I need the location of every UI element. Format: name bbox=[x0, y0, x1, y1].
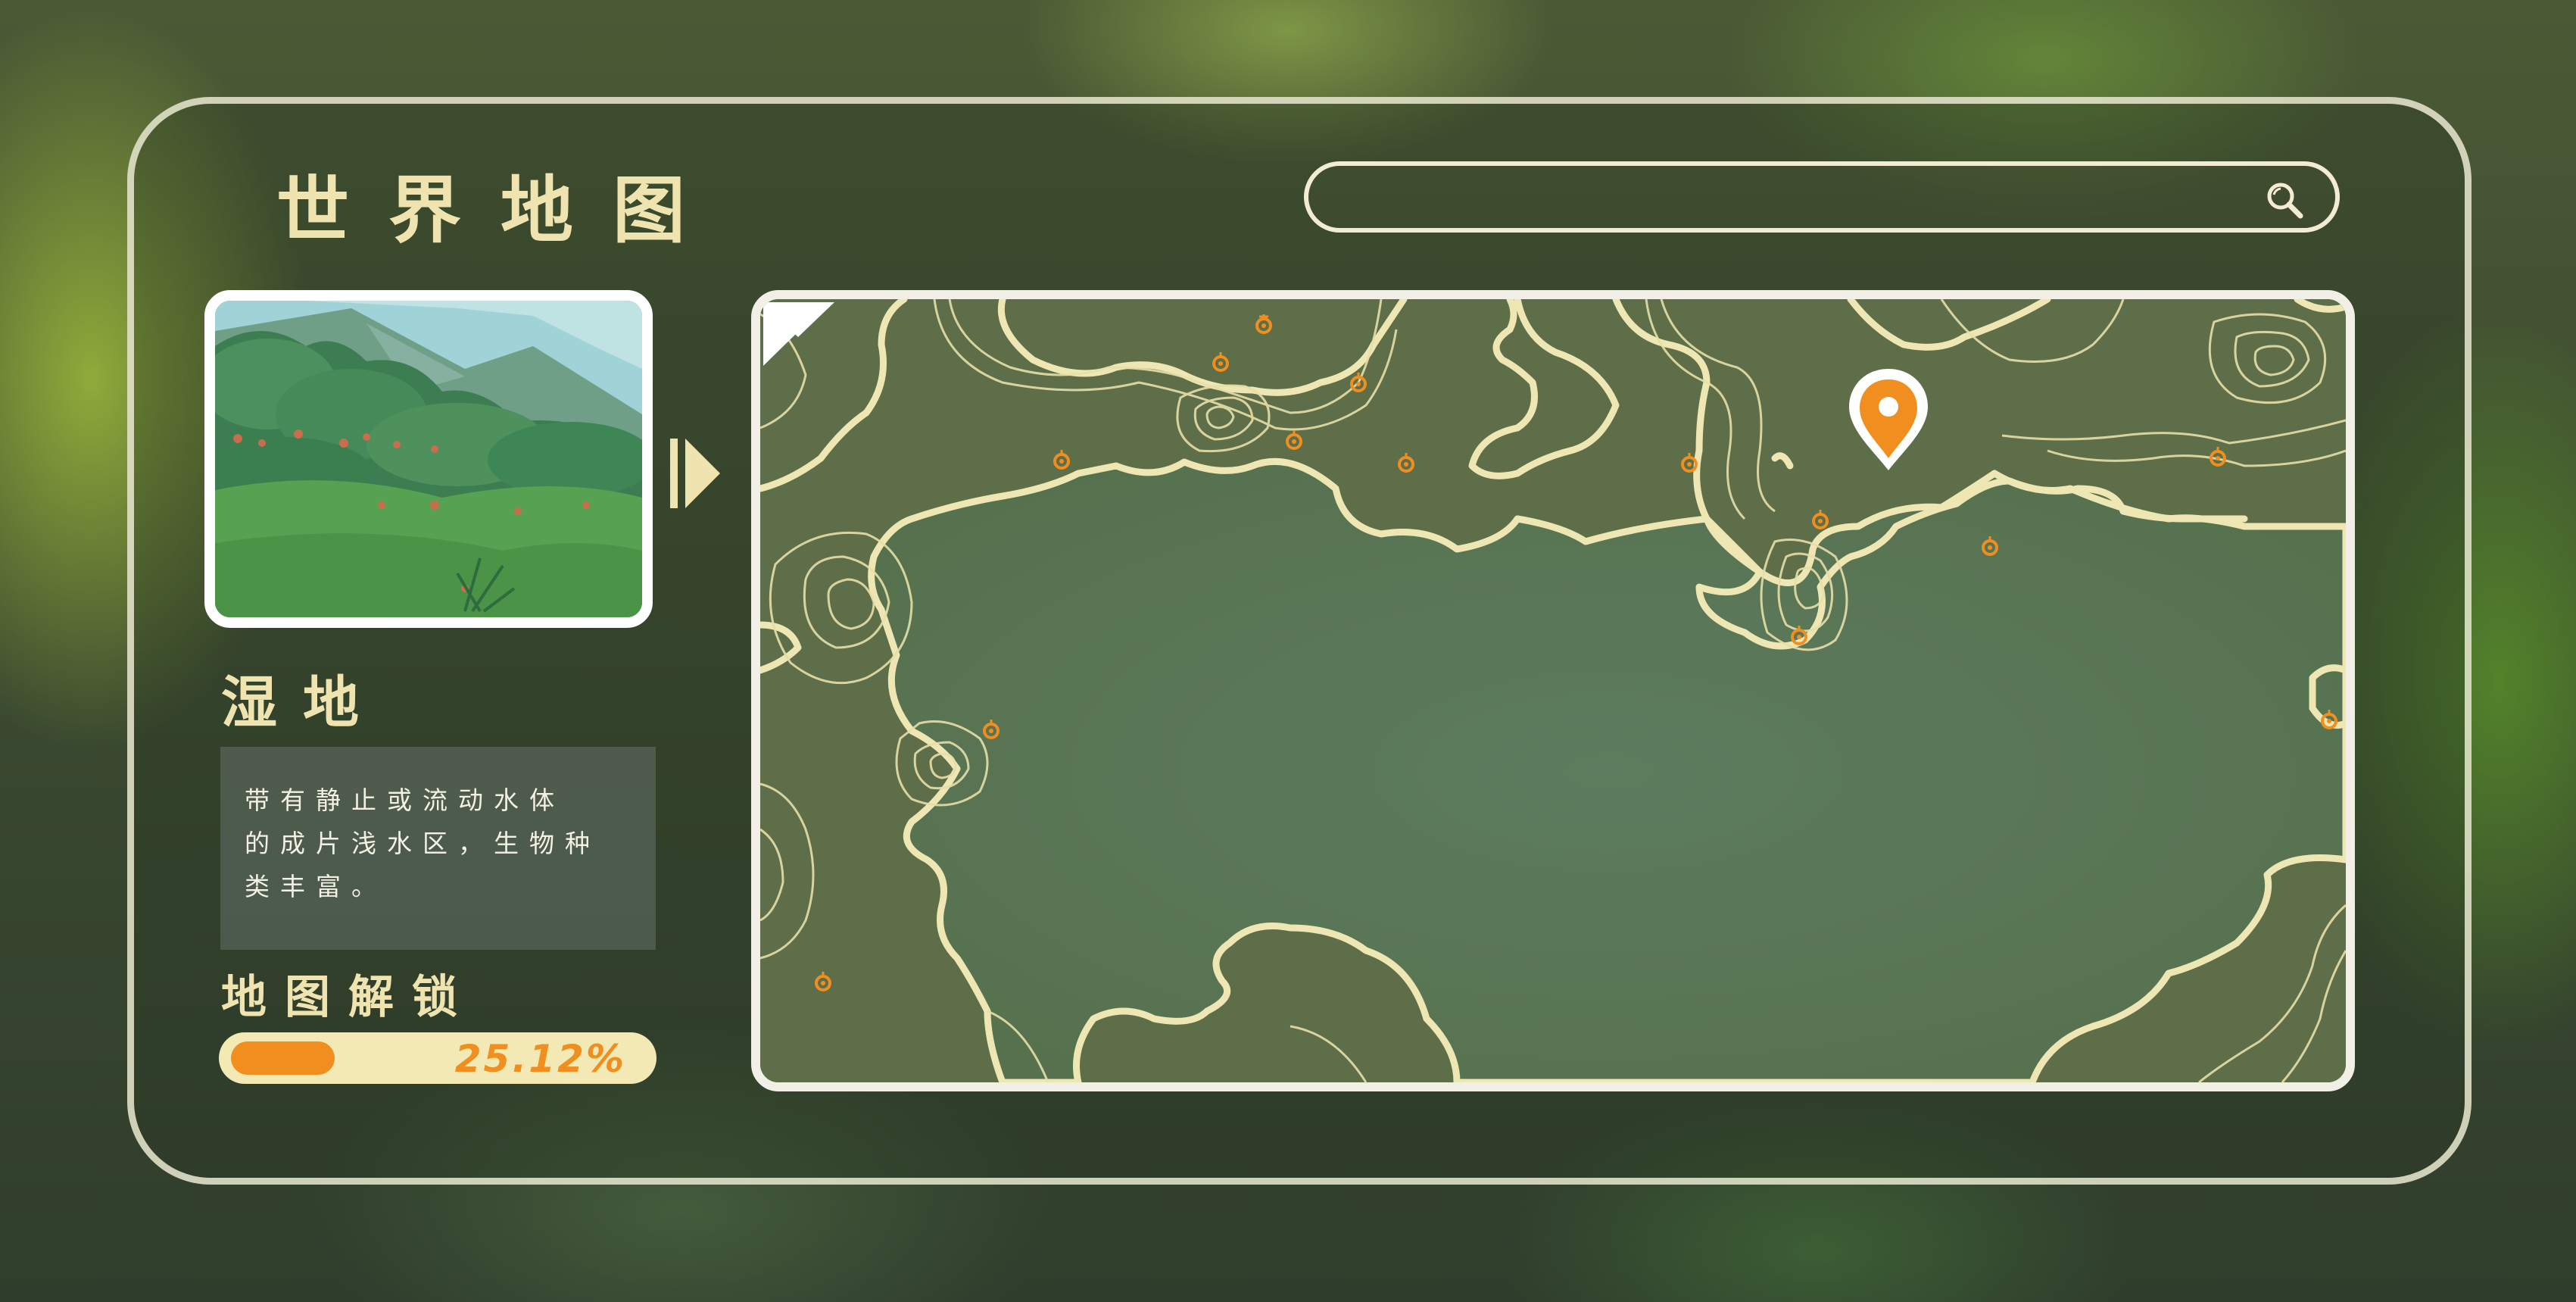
search-input[interactable] bbox=[1339, 166, 2235, 229]
progress-fill bbox=[231, 1041, 335, 1075]
world-map-view[interactable] bbox=[751, 290, 2355, 1091]
region-name: 湿地 bbox=[221, 670, 385, 735]
map-unlock-progress-bar: 25.12% bbox=[219, 1032, 656, 1084]
region-description-line: 带有静止或流动水体 bbox=[245, 785, 565, 815]
page-title: 世界地图 bbox=[276, 168, 725, 253]
map-unlock-label: 地图解锁 bbox=[221, 971, 476, 1024]
search-icon[interactable] bbox=[2263, 178, 2306, 222]
wetland-lake bbox=[868, 457, 2346, 1082]
wetland-illustration bbox=[215, 301, 642, 617]
chevron-down-icon[interactable] bbox=[760, 299, 836, 339]
thumbnail-next-icon[interactable] bbox=[669, 436, 722, 511]
search-bar[interactable] bbox=[1304, 161, 2340, 233]
topographic-map bbox=[760, 299, 2346, 1082]
progress-percent: 25.12% bbox=[454, 1037, 626, 1081]
region-description-line: 的成片浅水区，生物种 bbox=[245, 829, 600, 858]
region-description-line: 类丰富。 bbox=[245, 872, 387, 901]
region-description-box: 带有静止或流动水体 的成片浅水区，生物种 类丰富。 bbox=[220, 747, 656, 950]
region-thumbnail[interactable] bbox=[204, 290, 653, 628]
